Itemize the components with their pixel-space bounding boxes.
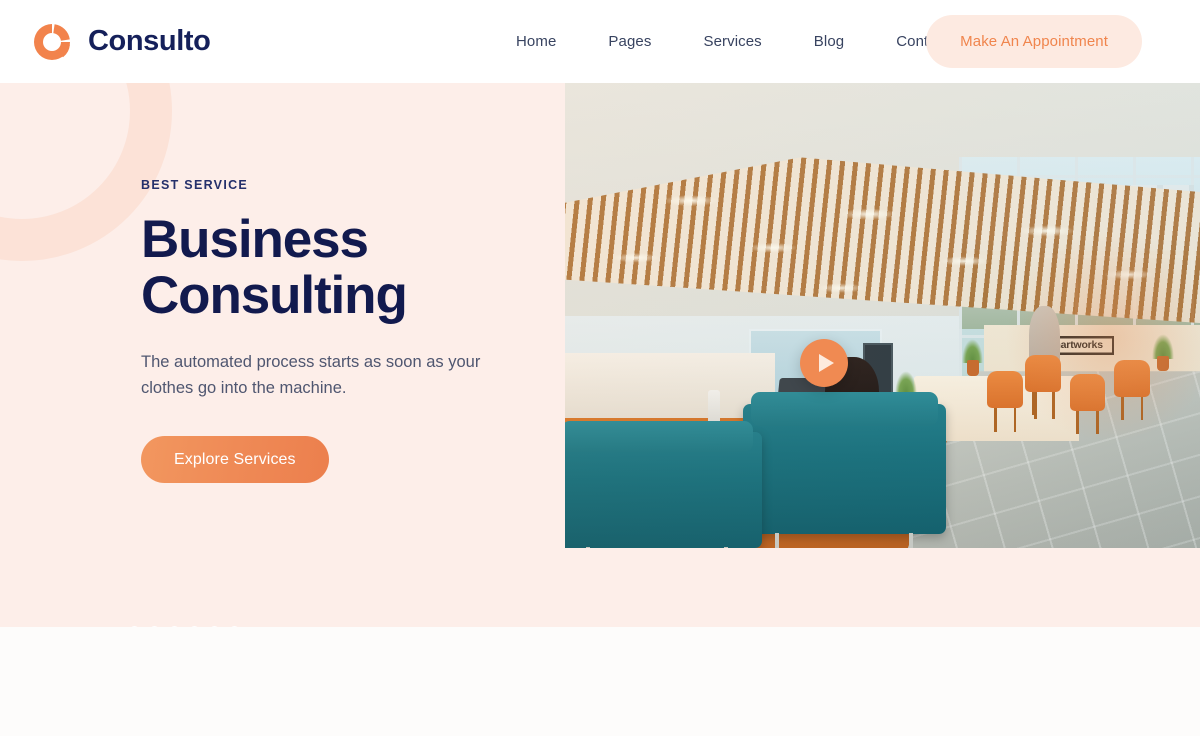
hero-text-block: BEST SERVICE Business Consulting The aut… [141,178,541,484]
main-navigation: Home Pages Services Blog Contact [500,33,975,50]
donut-chart-logo-icon [30,20,74,64]
page-root: Consulto Home Pages Services Blog Contac… [0,0,1200,736]
hero-title-line-1: Business [141,210,369,269]
hero-eyebrow: BEST SERVICE [141,178,249,192]
brand-logo-link[interactable]: Consulto [30,20,211,64]
below-hero-section [0,627,1200,736]
make-appointment-button[interactable]: Make An Appointment [926,15,1142,68]
site-header: Consulto Home Pages Services Blog Contac… [0,0,1200,83]
hero-title: Business Consulting [141,210,541,326]
nav-item-home[interactable]: Home [500,33,582,50]
hero-title-line-2: Consulting [141,266,408,326]
play-icon [818,354,834,372]
nav-item-services[interactable]: Services [677,33,787,50]
brand-name: Consulto [88,25,211,57]
hero-subtitle: The automated process starts as soon as … [141,353,481,397]
nav-item-pages[interactable]: Pages [582,33,677,50]
hero-media-figure: smartworks [565,83,1200,548]
office-photo: smartworks [565,83,1200,548]
explore-services-button[interactable]: Explore Services [141,436,329,484]
nav-item-blog[interactable]: Blog [788,33,870,50]
play-video-button[interactable] [800,339,848,387]
hero-section: BEST SERVICE Business Consulting The aut… [0,83,1200,627]
